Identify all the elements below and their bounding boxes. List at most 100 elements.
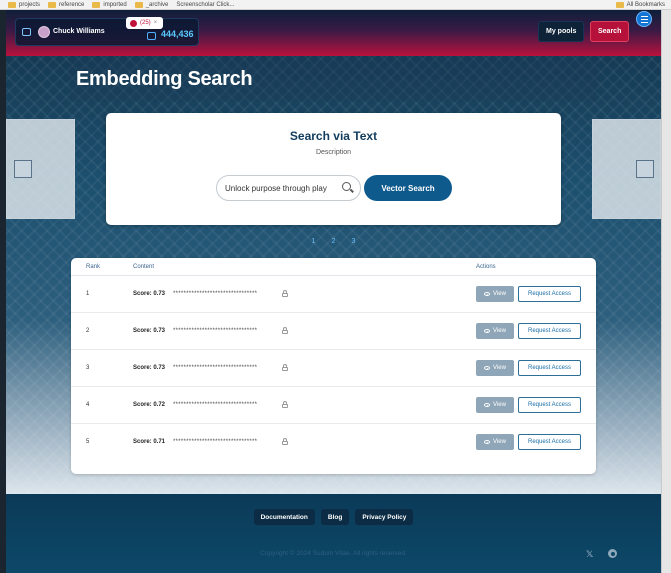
carousel-prev-button[interactable] [14,160,32,178]
column-rank: Rank [86,264,101,270]
balance-value: 444,436 [161,29,194,39]
rank-value: 1 [86,291,90,297]
table-row: 2 Score: 0.73 **************************… [71,313,596,350]
eye-icon [484,366,491,370]
github-icon[interactable] [608,549,617,558]
hero-banner: Embedding Search [70,58,597,102]
my-pools-button[interactable]: My pools [538,21,585,42]
view-label: View [493,328,506,334]
table-header: Rank Content Actions [71,258,596,276]
score-value: Score: 0.72 [133,402,166,408]
pagination: 1 2 3 [6,234,661,248]
carousel-next-button[interactable] [636,160,654,178]
view-label: View [493,291,506,297]
folder-icon [615,2,624,8]
masked-content: ******************************** [173,328,258,334]
folder-icon [134,1,143,8]
bookmark-label: Screenscholar Click... [176,1,235,8]
bookmarks-bar: projects reference imported _archive Scr… [0,0,671,10]
rank-value: 5 [86,439,90,445]
bookmark-label: reference [59,1,85,8]
search-nav-button[interactable]: Search [590,21,630,42]
copyright-text: Copyright © 2024 Sudum Vitae. All rights… [260,550,407,557]
bookmark-screenscholar[interactable]: Screenscholar Click... [176,2,234,8]
masked-content: ******************************** [173,291,258,297]
masked-content: ******************************** [173,439,258,445]
eye-icon [484,292,491,296]
view-label: View [493,365,506,371]
vector-search-button[interactable]: Vector Search [364,175,452,201]
request-access-button[interactable]: Request Access [518,360,581,376]
search-icon[interactable] [342,182,351,191]
view-button[interactable]: View [476,323,514,339]
lock-icon [282,327,288,334]
hamburger-icon-line [640,21,648,23]
footer-link-blog[interactable]: Blog [320,509,350,525]
page-title: Embedding Search [76,68,253,90]
score-value: Score: 0.73 [133,291,166,297]
all-bookmarks-label: All Bookmarks [626,2,665,8]
rank-value: 3 [86,365,90,371]
hamburger-icon-line [640,15,648,17]
eye-icon [484,440,491,444]
menu-button[interactable] [636,11,652,27]
search-card: Search via Text Description Vector Searc… [106,113,561,225]
masked-content: ******************************** [173,365,258,371]
bookmark-archive[interactable]: _archive [134,1,169,8]
request-access-button[interactable]: Request Access [518,323,581,339]
all-bookmarks[interactable]: All Bookmarks [615,0,665,9]
bookmark-projects[interactable]: projects [8,1,41,8]
search-description: Description [315,149,351,156]
column-content: Content [133,264,155,270]
view-button[interactable]: View [476,397,514,413]
top-header: Chuck Williams (25) × 444,436 My pools S… [6,10,661,56]
view-button[interactable]: View [476,286,514,302]
table-row: 1 Score: 0.73 **************************… [71,276,596,313]
user-panel[interactable]: Chuck Williams (25) × 444,436 [15,17,199,46]
eye-icon [484,403,491,407]
notification-badge[interactable]: (25) × [126,17,164,29]
x-social-icon[interactable]: 𝕏 [586,549,593,560]
table-row: 5 Score: 0.71 **************************… [71,424,596,461]
masked-content: ******************************** [173,402,258,408]
lock-icon [282,438,288,445]
page-button-1[interactable]: 1 [306,234,322,248]
folder-icon [92,1,101,8]
score-value: Score: 0.71 [133,439,166,445]
bookmark-reference[interactable]: reference [48,1,85,8]
page-button-3[interactable]: 3 [346,234,362,248]
bookmark-label: projects [19,1,41,8]
footer-links: Documentation Blog Privacy Policy [6,509,661,525]
search-input[interactable] [216,175,361,201]
view-label: View [493,402,506,408]
lock-icon [282,401,288,408]
results-table: Rank Content Actions 1 Score: 0.73 *****… [71,258,596,474]
page-button-2[interactable]: 2 [326,234,342,248]
view-label: View [493,439,506,445]
scrollbar[interactable] [661,10,671,573]
column-actions: Actions [476,264,496,270]
view-button[interactable]: View [476,434,514,450]
footer-link-documentation[interactable]: Documentation [253,509,315,525]
close-icon[interactable]: × [154,20,158,26]
request-access-button[interactable]: Request Access [518,434,581,450]
bookmark-label: _archive [145,1,169,8]
score-value: Score: 0.73 [133,365,166,371]
request-access-button[interactable]: Request Access [518,286,581,302]
view-button[interactable]: View [476,360,514,376]
bookmark-imported[interactable]: imported [92,1,127,8]
request-access-button[interactable]: Request Access [518,397,581,413]
lock-icon [282,290,288,297]
user-name: Chuck Williams [53,28,105,35]
avatar[interactable] [38,26,50,38]
footer-link-privacy[interactable]: Privacy Policy [355,509,414,525]
notification-count: (25) [140,20,151,26]
carousel-card-left [6,119,75,219]
carousel-card-right [592,119,661,219]
lock-icon [282,364,288,371]
hamburger-icon-line [640,18,648,20]
eye-icon [484,329,491,333]
wallet-icon[interactable] [22,28,31,36]
folder-icon [8,1,16,8]
footer: Documentation Blog Privacy Policy Copyri… [6,494,661,573]
